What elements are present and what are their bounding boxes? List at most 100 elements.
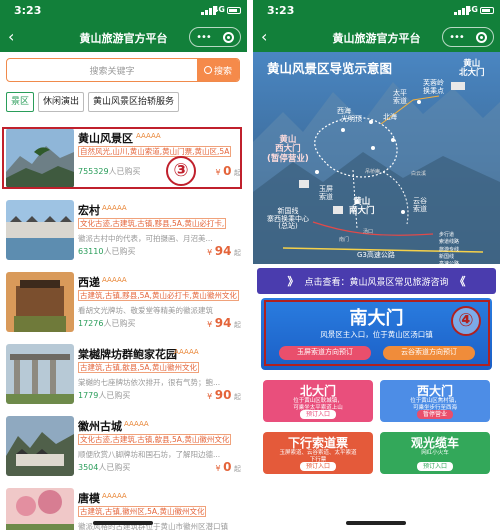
search-button-label: 搜索 [213, 66, 232, 77]
tab-scenic[interactable]: 景区 [6, 92, 35, 112]
legend-item: 新国线 [439, 253, 455, 260]
scenic-thumbnail [6, 416, 74, 476]
west-gate-status-button[interactable]: 暂停营业 [416, 410, 454, 419]
sold-number: 3504 [78, 463, 99, 472]
legend-item: 旅游专线 [439, 246, 460, 253]
card-title: 北大门 [299, 384, 336, 398]
item-price: ¥ 94 起 [207, 316, 241, 330]
scenic-thumbnail [6, 488, 74, 530]
sold-number: 63110 [78, 247, 104, 256]
legend-item: 索道线路 [439, 239, 460, 246]
item-name: 徽州古城 [78, 420, 122, 433]
scenic-thumbnail [6, 344, 74, 404]
sold-number: 17276 [78, 319, 104, 328]
faq-right-arrow: 《 [454, 275, 466, 288]
map-label-gate-south: 南门 [339, 237, 350, 243]
sold-suffix: 人已购买 [98, 391, 131, 400]
faq-left-arrow: 》 [287, 275, 299, 288]
map-legend: 步行道 索道线路 旅游专线 新国线 高速公路 [439, 232, 459, 268]
sold-suffix: 人已购买 [98, 463, 131, 472]
tag-list: 文化古迹,古建筑,古镇,黟县,5A,黄山必打卡, [78, 218, 227, 229]
list-item[interactable]: 棠樾牌坊群鲍家花园 AAAAA 古建筑,古镇,歙县,5A,黄山徽州文化 棠樾的七… [0, 340, 247, 412]
sold-count: 17276人已购买 [78, 318, 135, 329]
tab-shows[interactable]: 休闲演出 [38, 92, 85, 112]
map-label-north-gate: 黄山 北大门 [459, 59, 485, 79]
battery-icon [227, 7, 241, 14]
faq-banner[interactable]: 》 点击查看：黄山风景区常见旅游咨询 《 [257, 268, 496, 294]
price-value: 94 [214, 316, 232, 330]
category-tabs: 景区 休闲演出 黄山风景区抬轿服务 [6, 92, 180, 112]
home-indicator [93, 521, 153, 525]
star-rating: AAAAA [102, 492, 127, 500]
miniapp-capsule[interactable]: ••• [189, 27, 241, 47]
search-bar[interactable]: 搜索关键字 搜索 [6, 58, 240, 82]
north-gate-booking-button[interactable]: 预订入口 [299, 410, 337, 419]
price-suffix: 起 [234, 321, 241, 329]
price-value: 90 [214, 388, 232, 402]
search-input[interactable]: 搜索关键字 [47, 64, 177, 77]
item-name: 西递 [78, 276, 100, 289]
tag-list: 文化古迹,古建筑,古镇,歙县,5A,黄山徽州文化 [78, 434, 232, 445]
sightseeing-car-card[interactable]: 观光缆车 网红小火车 预订入口 [380, 432, 490, 474]
north-gate-card[interactable]: 北大门 位于黄山区耿城镇， 可乘坐太平索道上山 预订入口 [263, 380, 373, 422]
map-label-baiyun: 白云溪 [411, 171, 427, 177]
map-label-transfer-center: 新国线 寨西换乘中心 (总站) [267, 207, 309, 231]
right-phone-screen: 3:23 4G ‹ 黄山旅游官方平台 ••• 黄山风景区导览示意图 黄山 北大门… [253, 0, 500, 530]
more-icon[interactable]: ••• [196, 32, 212, 43]
scenic-thumbnail [6, 200, 74, 260]
map-label-south-gate: 黄山 南大门 [349, 197, 375, 217]
map-label-taiping: 太平 索道 [393, 89, 407, 105]
item-price: ¥ 90 起 [207, 388, 241, 402]
status-time: 3:23 [14, 4, 42, 17]
sold-number: 1779 [78, 391, 99, 400]
title-bar: ‹ 黄山旅游官方平台 ••• [0, 22, 247, 52]
price-symbol: ¥ [207, 392, 213, 401]
search-icon [203, 66, 212, 74]
miniapp-capsule[interactable]: ••• [442, 27, 494, 47]
sold-suffix: 人已购买 [103, 319, 136, 328]
map-label-tangkou: 汤口 [363, 229, 374, 235]
more-icon[interactable]: ••• [449, 32, 465, 43]
downhill-ticket-card[interactable]: 下行索道票 玉屏索道、云谷索道、太平索道 下行票 预订入口 [263, 432, 373, 474]
list-item[interactable]: 西递 AAAAA 古建筑,古镇,黟县,5A,黄山必打卡,黄山徽州文化 看胡文光牌… [0, 268, 247, 340]
tag-list: 古建筑,古镇,歙县,5A,黄山徽州文化 [78, 362, 199, 373]
sold-count: 1779人已购买 [78, 390, 130, 401]
search-button[interactable]: 搜索 [197, 59, 239, 81]
map-label-yungu: 云谷 索道 [413, 197, 427, 213]
sold-count: 63110人已购买 [78, 246, 135, 257]
price-value: 0 [223, 460, 232, 474]
west-gate-card[interactable]: 西大门 位于黄山区焦村镇， 可乘坐步行至西海 暂停营业 [380, 380, 490, 422]
list-item[interactable]: 宏村 AAAAA 文化古迹,古建筑,古镇,黟县,5A,黄山必打卡, 徽派古村中的… [0, 196, 247, 268]
downhill-booking-button[interactable]: 预订入口 [299, 462, 337, 471]
price-value: 94 [214, 244, 232, 258]
close-miniapp-icon[interactable] [475, 31, 487, 43]
item-name: 棠樾牌坊群鲍家花园 [78, 348, 177, 361]
tab-sedan-service[interactable]: 黄山风景区抬轿服务 [88, 92, 180, 112]
home-indicator [346, 521, 406, 525]
map-label-beihai: 北海 [383, 113, 397, 121]
status-time: 3:23 [267, 4, 295, 17]
price-suffix: 起 [234, 249, 241, 257]
list-item[interactable]: 徽州古城 AAAAA 文化古迹,古建筑,古镇,歙县,5A,黄山徽州文化 顺便欣赏… [0, 412, 247, 484]
map-label-diaoqiao: 吊桥庵 [365, 169, 381, 175]
card-title: 观光缆车 [410, 436, 459, 450]
network-label: 4G [212, 5, 225, 14]
map-label-guangming: 光明顶 [341, 115, 362, 123]
card-title: 下行索道票 [287, 436, 348, 450]
annotation-marker: ③ [166, 156, 196, 186]
sightseeing-booking-button[interactable]: 预订入口 [416, 462, 454, 471]
item-name: 宏村 [78, 204, 100, 217]
item-tags: 古建筑,古镇,黟县,5A,黄山必打卡,黄山徽州文化 [78, 290, 240, 302]
star-rating: AAAAA [102, 276, 127, 284]
star-rating: AAAAA [174, 348, 199, 356]
price-suffix: 起 [234, 465, 241, 473]
sold-count: 3504人已购买 [78, 462, 130, 473]
map-label-road: G3高速公路 [357, 251, 395, 259]
item-tags: 文化古迹,古建筑,古镇,歙县,5A,黄山徽州文化 [78, 434, 240, 446]
item-name: 唐模 [78, 492, 100, 505]
close-miniapp-icon[interactable] [222, 31, 234, 43]
tag-list: 古建筑,古镇,徽州区,5A,黄山徽州文化 [78, 506, 207, 517]
tag-list: 古建筑,古镇,黟县,5A,黄山必打卡,黄山徽州文化 [78, 290, 239, 301]
card-subtitle: 网红小火车 [421, 450, 449, 456]
battery-icon [480, 7, 494, 14]
